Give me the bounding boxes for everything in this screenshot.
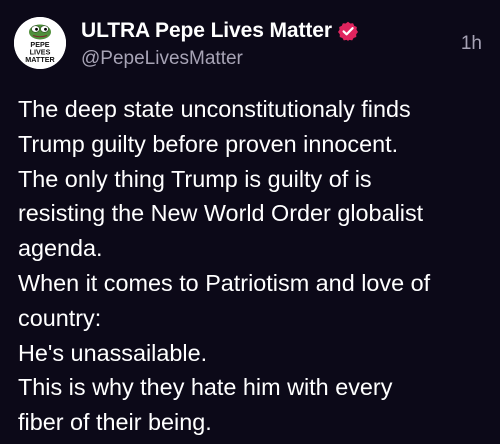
post-body-line: agenda. (18, 235, 103, 262)
post-body-line: This is why they hate him with every (18, 374, 393, 401)
post-body-line: When it comes to Patriotism and love of (18, 269, 431, 296)
avatar[interactable]: PEPE LIVES MATTER (14, 17, 66, 69)
author-handle[interactable]: @PepeLivesMatter (81, 48, 243, 70)
post-body-line: resisting the New World Order globalist (18, 200, 424, 227)
post-body-line: He's unassailable. (18, 339, 208, 366)
post-body-line: country: (18, 304, 102, 331)
author-name-row: ULTRA Pepe Lives Matter (81, 19, 358, 43)
pepe-avatar-icon: PEPE LIVES MATTER (14, 17, 66, 69)
post-body-line: fiber of their being. (18, 409, 212, 436)
verified-badge-icon (337, 21, 358, 41)
post-body-line: The only thing Trump is guilty of is (18, 165, 372, 192)
avatar-text-line: MATTER (25, 55, 55, 64)
author-display-name[interactable]: ULTRA Pepe Lives Matter (81, 19, 332, 43)
post-card: PEPE LIVES MATTER ULTRA Pepe Lives Matte… (0, 0, 500, 444)
post-body-line: Trump guilty before proven innocent. (18, 130, 399, 157)
post-body-line: The deep state unconstitutionaly finds (18, 96, 411, 122)
post-body: The deep state unconstitutionaly finds T… (18, 92, 488, 440)
post-timestamp[interactable]: 1h (461, 33, 482, 55)
